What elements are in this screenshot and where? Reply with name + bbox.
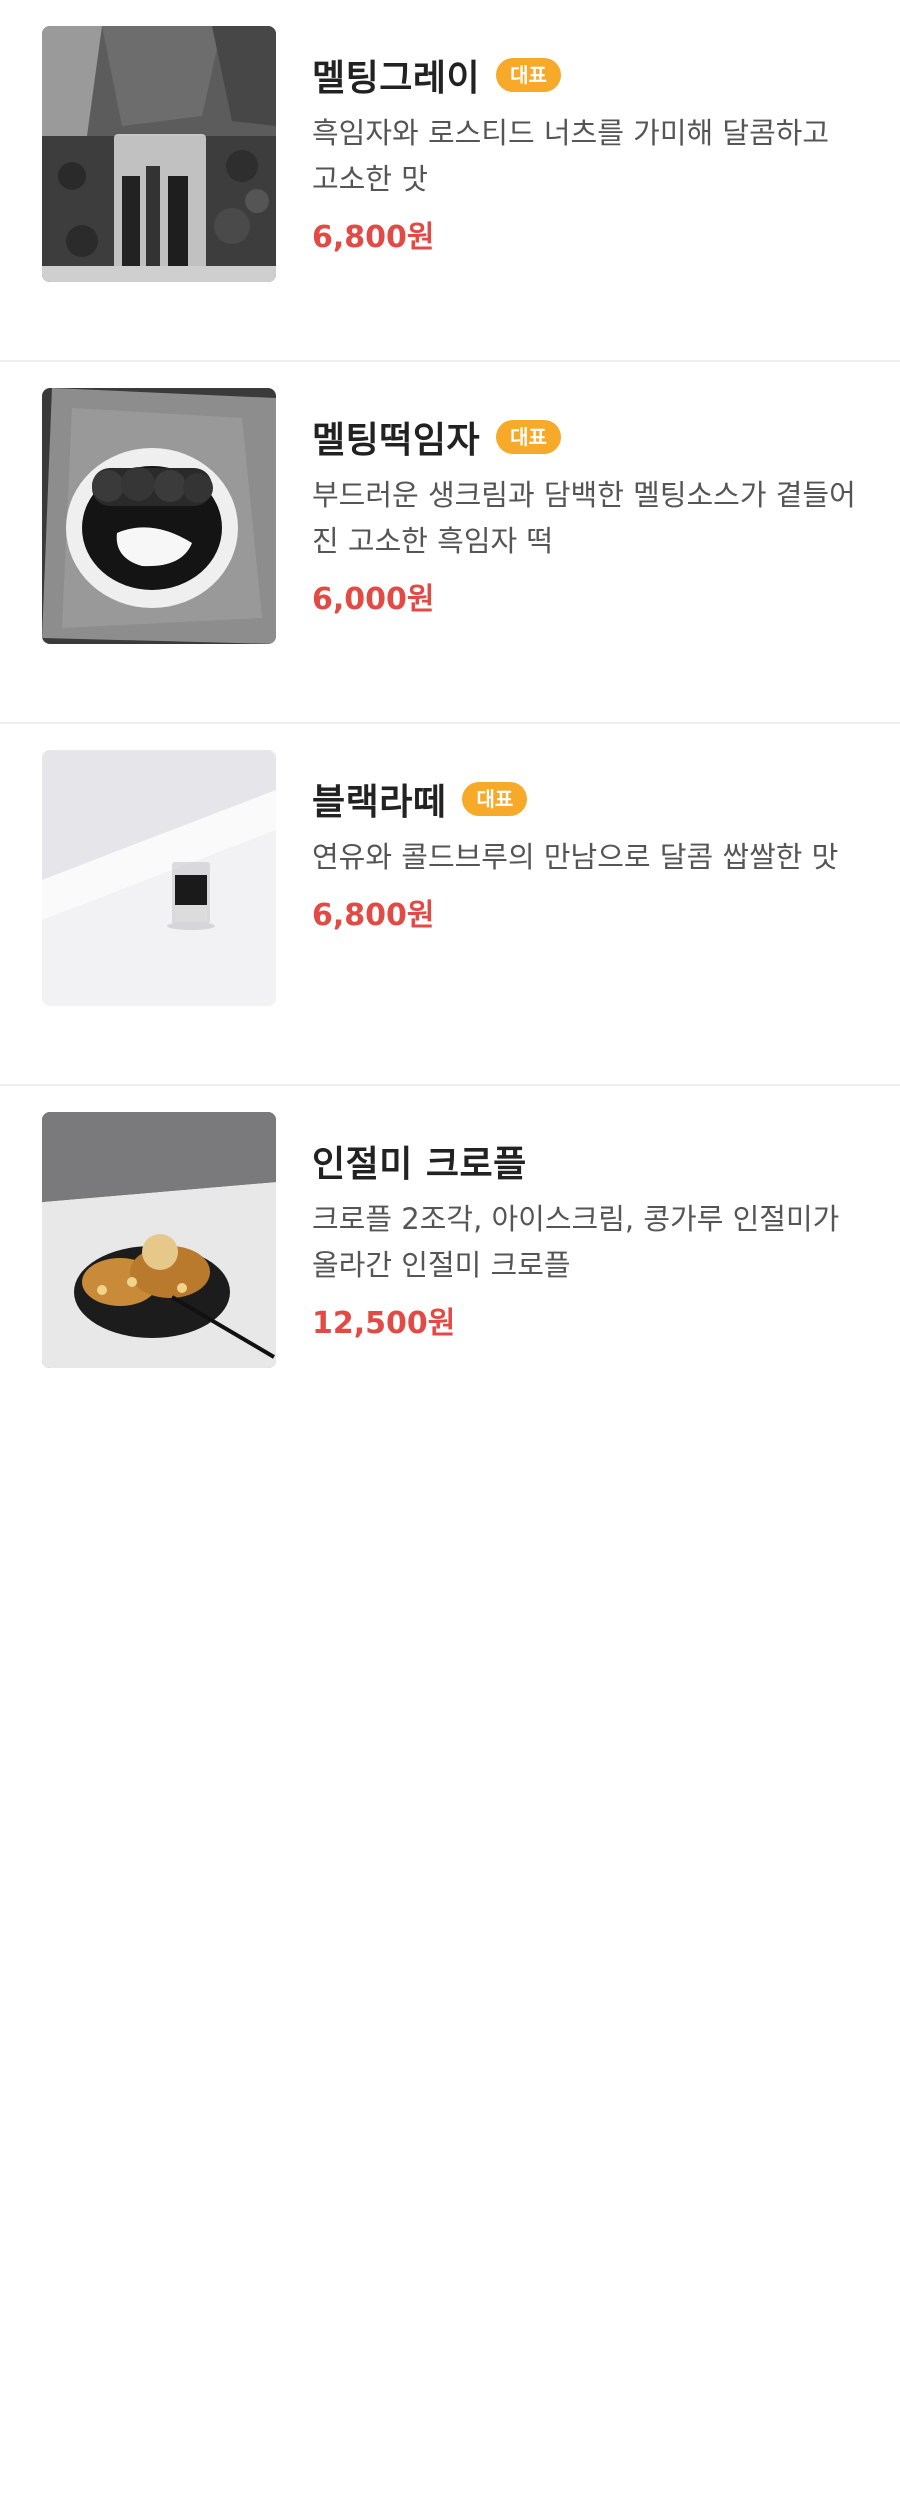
black-sesame-drink-photo-icon xyxy=(42,26,276,282)
menu-item-name: 인절미 크로플 xyxy=(312,1144,527,1185)
black-latte-photo-icon xyxy=(42,750,276,1006)
menu-item-name: 멜팅그레이 xyxy=(312,58,481,99)
croffle-photo-icon xyxy=(42,1112,276,1368)
rice-cake-plate-photo-icon xyxy=(42,388,276,644)
menu-item-image[interactable] xyxy=(42,388,276,644)
menu-item-info: 멜팅그레이 대표 흑임자와 로스티드 너츠를 가미해 달콤하고 고소한 맛 6,… xyxy=(312,52,872,256)
menu-item-price: 12,500원 xyxy=(312,1306,456,1341)
menu-item-price: 6,800원 xyxy=(312,220,435,255)
menu-item-description: 흑임자와 로스티드 너츠를 가미해 달콤하고 고소한 맛 xyxy=(312,116,830,196)
menu-item-image[interactable] xyxy=(42,750,276,1006)
menu-item-description: 크로플 2조각, 아이스크림, 콩가루 인절미가 올라간 인절미 크로플 xyxy=(312,1202,840,1282)
menu-item[interactable]: 인절미 크로플 크로플 2조각, 아이스크림, 콩가루 인절미가 올라간 인절미… xyxy=(0,1086,900,2509)
menu-item-info: 블랙라떼 대표 연유와 콜드브루의 만남으로 달콤 쌉쌀한 맛 6,800원 xyxy=(312,776,872,934)
menu-item[interactable]: 블랙라떼 대표 연유와 콜드브루의 만남으로 달콤 쌉쌀한 맛 6,800원 xyxy=(0,724,900,1086)
signature-badge: 대표 xyxy=(496,420,561,454)
menu-item-price: 6,800원 xyxy=(312,898,435,933)
menu-item-description: 부드러운 생크림과 담백한 멜팅소스가 곁들어진 고소한 흑임자 떡 xyxy=(312,478,856,558)
menu-item-name: 블랙라떼 xyxy=(312,782,447,823)
menu-item-info: 멜팅떡임자 대표 부드러운 생크림과 담백한 멜팅소스가 곁들어진 고소한 흑임… xyxy=(312,414,872,618)
menu-item[interactable]: 멜팅떡임자 대표 부드러운 생크림과 담백한 멜팅소스가 곁들어진 고소한 흑임… xyxy=(0,362,900,724)
menu-item-image[interactable] xyxy=(42,26,276,282)
menu-item-name: 멜팅떡임자 xyxy=(312,420,481,461)
menu-item-image[interactable] xyxy=(42,1112,276,1368)
signature-badge: 대표 xyxy=(496,58,561,92)
menu-item[interactable]: 멜팅그레이 대표 흑임자와 로스티드 너츠를 가미해 달콤하고 고소한 맛 6,… xyxy=(0,0,900,362)
menu-list: 멜팅그레이 대표 흑임자와 로스티드 너츠를 가미해 달콤하고 고소한 맛 6,… xyxy=(0,0,900,2509)
menu-item-description: 연유와 콜드브루의 만남으로 달콤 쌉쌀한 맛 xyxy=(312,840,839,874)
signature-badge: 대표 xyxy=(462,782,528,816)
menu-item-price: 6,000원 xyxy=(312,582,435,617)
menu-item-info: 인절미 크로플 크로플 2조각, 아이스크림, 콩가루 인절미가 올라간 인절미… xyxy=(312,1138,872,1342)
